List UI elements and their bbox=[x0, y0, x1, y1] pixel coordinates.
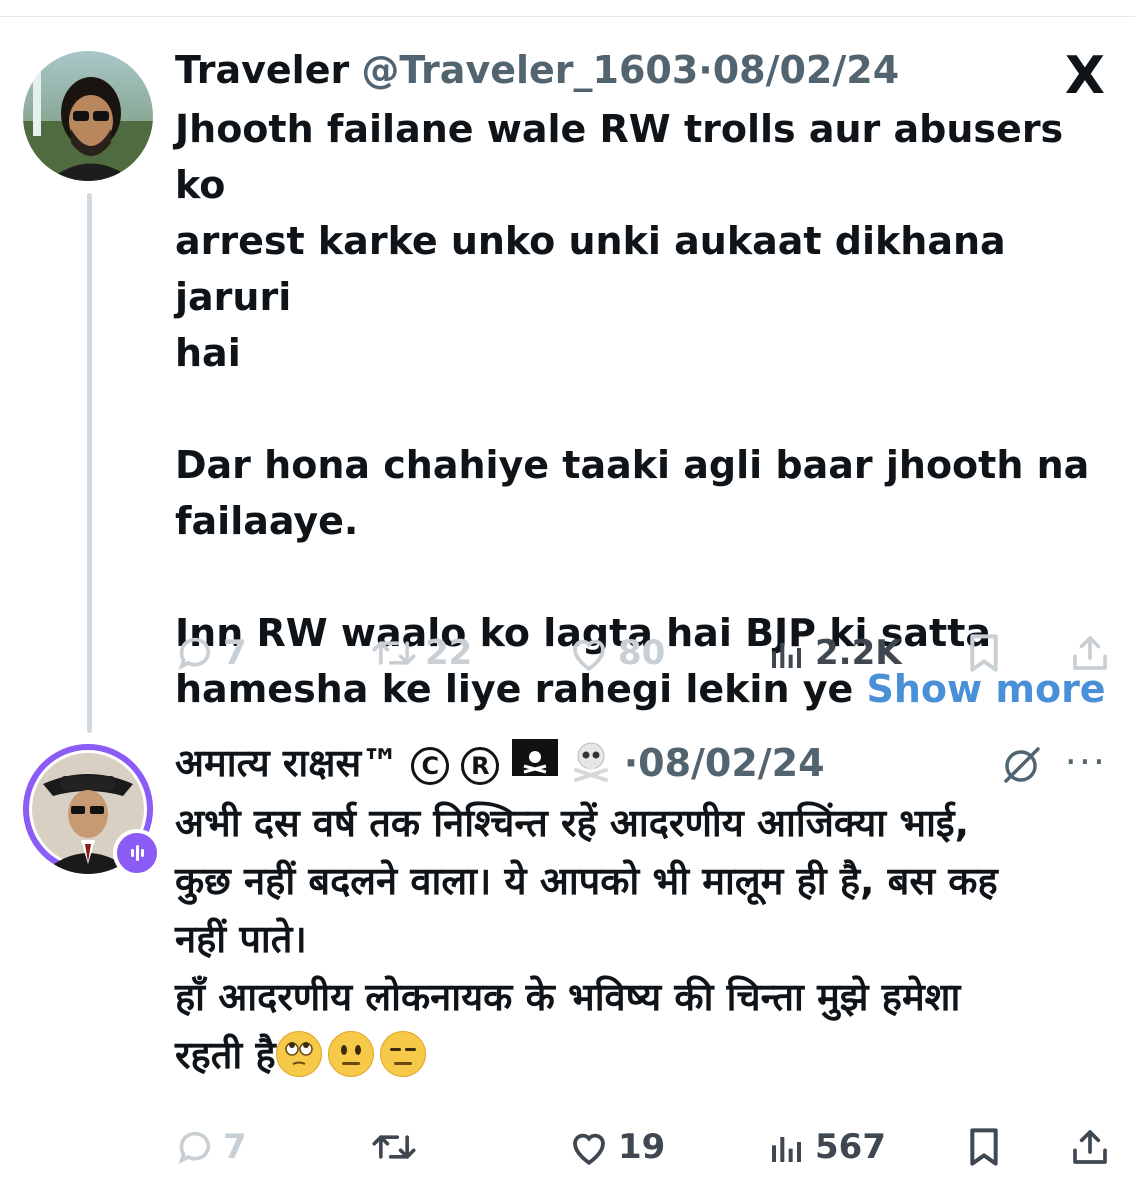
expressionless-face-emoji-icon bbox=[379, 1031, 426, 1077]
tweet1-actions: 7 22 80 2.2K bbox=[175, 628, 1110, 678]
tweet1-retweet-button[interactable]: 22 bbox=[371, 628, 472, 678]
retweet-icon bbox=[372, 1135, 416, 1159]
tweet2-reply-button[interactable]: 7 bbox=[175, 1122, 247, 1172]
voice-badge-icon bbox=[113, 829, 161, 877]
tweet2-share-button[interactable] bbox=[1070, 1122, 1110, 1172]
tweet2-header: अमात्य राक्षस™ C R ·08/02/24 bbox=[175, 739, 825, 787]
top-divider bbox=[0, 16, 1135, 17]
grok-icon[interactable] bbox=[998, 745, 1044, 789]
tweet1-retweet-count: 22 bbox=[425, 633, 473, 673]
views-icon bbox=[772, 643, 801, 668]
tweet2-separator: · bbox=[623, 741, 639, 785]
tweet2-actions: 7 19 567 bbox=[175, 1122, 1110, 1172]
tweet2-views-button[interactable]: 567 bbox=[767, 1122, 886, 1172]
retweet-icon bbox=[372, 641, 416, 665]
reply-icon bbox=[178, 1131, 211, 1164]
reply-icon bbox=[178, 637, 211, 670]
tweet1-reply-button[interactable]: 7 bbox=[175, 628, 247, 678]
tweet2-line-3: नहीं पाते। bbox=[175, 917, 307, 961]
tweet1-date[interactable]: 08/02/24 bbox=[713, 48, 899, 92]
tweet2-author-name[interactable]: अमात्य राक्षस™ bbox=[175, 741, 399, 785]
share-icon bbox=[1073, 1130, 1107, 1164]
tweet1-separator: · bbox=[698, 48, 713, 92]
tweet2-like-button[interactable]: 19 bbox=[568, 1122, 665, 1172]
tweet1-author-name[interactable]: Traveler bbox=[175, 48, 349, 92]
more-options-icon[interactable]: ··· bbox=[1065, 742, 1107, 782]
tweet1-text: Jhooth failane wale RW trolls aur abuser… bbox=[175, 101, 1120, 717]
tweet1-reply-count: 7 bbox=[223, 633, 247, 673]
tweet1-bookmark-button[interactable] bbox=[965, 628, 1003, 678]
copyright-badge-icon: C bbox=[411, 747, 450, 785]
tweet2-reply-count: 7 bbox=[223, 1127, 247, 1167]
tweet1-views-button[interactable]: 2.2K bbox=[767, 628, 902, 678]
views-icon bbox=[772, 1137, 801, 1162]
tweet1-share-button[interactable] bbox=[1070, 628, 1110, 678]
tweet2-view-count: 567 bbox=[815, 1127, 886, 1167]
heart-icon bbox=[573, 1133, 605, 1166]
tweet2-line-5: रहती है bbox=[175, 1026, 1120, 1084]
x-logo-icon[interactable]: X bbox=[1065, 50, 1105, 102]
tweet1-header: Traveler @Traveler_1603·08/02/24 bbox=[175, 46, 899, 94]
tweet1-like-count: 80 bbox=[618, 633, 666, 673]
share-icon bbox=[1073, 636, 1107, 670]
neutral-face-emoji-icon bbox=[327, 1031, 374, 1077]
tweet2-line-5-text: रहती है bbox=[175, 1033, 276, 1077]
tweet2-retweet-button[interactable] bbox=[371, 1122, 417, 1172]
avatar-traveler[interactable] bbox=[23, 51, 153, 181]
registered-badge-icon: R bbox=[461, 747, 500, 785]
tweet1-like-button[interactable]: 80 bbox=[568, 628, 665, 678]
bookmark-icon bbox=[970, 1128, 998, 1166]
heart-icon bbox=[573, 639, 605, 672]
tweet2-date[interactable]: 08/02/24 bbox=[638, 741, 824, 785]
tweet2-bookmark-button[interactable] bbox=[965, 1122, 1003, 1172]
tweet1-body: Jhooth failane wale RW trolls aur abuser… bbox=[175, 107, 1090, 711]
pirate-flag-icon bbox=[511, 739, 558, 776]
tweet2-line-1: अभी दस वर्ष तक निश्चिन्त रहें आदरणीय आजि… bbox=[175, 801, 970, 845]
tweet1-view-count: 2.2K bbox=[815, 633, 902, 673]
eye-roll-emoji-icon bbox=[275, 1031, 322, 1077]
thread-line bbox=[87, 193, 92, 733]
bookmark-icon bbox=[970, 634, 998, 672]
tweet1-author-handle[interactable]: @Traveler_1603 bbox=[361, 48, 698, 92]
tweet2-text: अभी दस वर्ष तक निश्चिन्त रहें आदरणीय आजि… bbox=[175, 794, 1120, 1084]
skull-crossbones-icon bbox=[570, 740, 612, 782]
tweet2-line-2: कुछ नहीं बदलने वाला। ये आपको भी मालूम ही… bbox=[175, 859, 998, 903]
tweet2-line-4: हाँ आदरणीय लोकनायक के भविष्य की चिन्ता म… bbox=[175, 975, 961, 1019]
tweet2-like-count: 19 bbox=[618, 1127, 666, 1167]
